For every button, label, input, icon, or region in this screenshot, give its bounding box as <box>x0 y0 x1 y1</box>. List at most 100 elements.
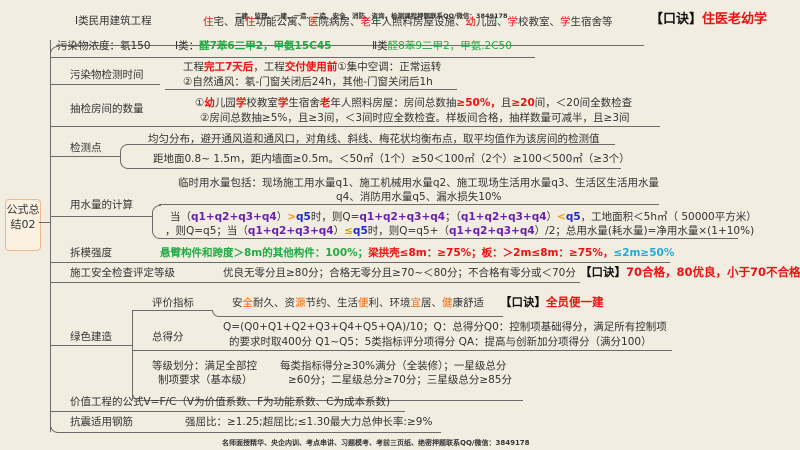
branch-value-engineering[interactable]: 价值工程的公式V=F/C（V为价值系数、F为功能系数、C为成本系数) <box>70 395 390 409</box>
text-run: 幼 <box>204 97 215 109</box>
text-run: ≥20 <box>511 97 535 109</box>
branch-water-usage[interactable]: 用水量的计算 <box>70 198 133 212</box>
branch-underline <box>50 57 535 58</box>
sub-evaluation-index[interactable]: 评价指标 <box>152 296 194 310</box>
text-run: Ⅱ类 <box>372 40 388 52</box>
text-run: q1+q2+q3+q4 <box>359 211 446 223</box>
text-run: ≥50%， <box>456 97 501 109</box>
text-run: 每类指标得分≥30%满分（全装修）；一星级总分 <box>280 360 507 372</box>
text-run: 间，＜20间全数检查 <box>534 97 633 109</box>
building-types: 住宅、居住功能公寓、医院病房、老年人照料房屋设施、幼儿园、学校教室、学生宿舍等 <box>203 15 613 29</box>
text-run: 全员便一建 <box>546 295 604 309</box>
total-score-line1: Q=(Q0+Q1+Q2+Q3+Q4+Q5+QA)/10；Q：总得分Q0：控制项基… <box>223 320 667 334</box>
text-run: 生宿舍等 <box>570 16 613 28</box>
branch-detection-points[interactable]: 检测点 <box>70 141 102 155</box>
mnemonic-2: 【口诀】70合格，80优良，小于70不合格 <box>580 265 800 279</box>
sub-total-score[interactable]: 总得分 <box>152 330 184 344</box>
branch-underline <box>120 156 621 169</box>
water-usage-formula-1: 当（q1+q2+q3+q4）>q5时，则Q=q1+q2+q3+q4；（q1+q2… <box>170 210 757 224</box>
text-run: 年人照料房屋：房间总数抽 <box>330 97 457 109</box>
text-run: q1+q2+q3+q4 <box>247 225 334 237</box>
branch-underline <box>127 144 615 145</box>
text-run: ，工地面积＜5h㎡（ 50000平方米） <box>580 211 757 223</box>
text-run: q1+q2+q3+q4 <box>448 225 535 237</box>
text-run: 住 <box>203 16 214 28</box>
water-usage-line2: q4、消防用水量q5、漏水损失10% <box>336 190 502 204</box>
text-run: 康舒适 <box>452 297 485 309</box>
branch-safety-grade[interactable]: 施工安全检查评定等级 <box>70 266 175 280</box>
branch-underline <box>132 350 672 351</box>
text-run: 宅、居 <box>213 16 246 28</box>
total-score-line2: 的要求时取400分 Q1~Q5：5类指标评分项得分 QA：提高与创新加分项得分（… <box>229 335 652 349</box>
text-run: 【口诀】 <box>580 265 626 279</box>
text-run: ）/2；总用水量(耗水量)=净用水量×(1+10%) <box>534 225 755 237</box>
class-1-limits: Ⅰ类：醛7苯6二甲2，甲氨15C45 <box>175 39 331 53</box>
text-run: 悬臂构件和跨度＞8m的其他构件：100%； <box>160 247 369 259</box>
text-run: q5 <box>296 211 311 223</box>
text-run: 学 <box>507 16 519 28</box>
text-run: 【口诀】 <box>650 12 703 27</box>
text-run: 交付使用前 <box>284 61 338 73</box>
text-run: 【口诀】 <box>500 295 546 309</box>
text-run: 学 <box>235 97 247 109</box>
text-run: 住 <box>245 16 256 28</box>
text-run: q4、消防用水量q5、漏水损失10% <box>336 191 502 203</box>
text-run: 学 <box>277 97 289 109</box>
detection-time-line1: 工程完工7天后，工程交付使用前①集中空调：正常运转 <box>183 60 441 74</box>
text-run: 时，则Q= <box>310 211 360 223</box>
text-run: 校教室 <box>246 97 278 109</box>
text-run: ） <box>276 211 288 223</box>
text-run: 宜 <box>410 297 422 309</box>
text-run: 时，则Q=q5+（ <box>367 225 449 237</box>
text-run: 校教室、 <box>518 16 560 28</box>
root-node[interactable]: 公式总结02 <box>5 199 41 251</box>
text-run: 梁拱壳≤8m：≥75%；板：＞2m≤8m：≥75%， <box>368 247 614 259</box>
text-run: 学 <box>560 16 571 28</box>
text-run: 生宿舍 <box>288 97 320 109</box>
branch-underline <box>50 84 160 85</box>
text-run: 当（ <box>170 211 191 223</box>
text-run: q1+q2+q3+q4 <box>460 211 547 223</box>
text-run: 健 <box>442 297 453 309</box>
branch-building-class-1[interactable]: Ⅰ类民用建筑工程 <box>75 14 152 28</box>
branch-green-construction[interactable]: 绿色建造 <box>70 330 112 344</box>
text-run: ②自然通风：氡-门窗关闭后24h，其他-门窗关闭后1h <box>183 76 433 88</box>
text-run: 醛7苯6二甲2，甲氨15C45 <box>199 40 332 52</box>
text-run: Ⅰ类： <box>175 40 200 52</box>
text-run: 儿园 <box>214 97 236 109</box>
text-run: ① <box>195 97 205 109</box>
text-run: 便 <box>358 297 369 309</box>
branch-underline <box>165 89 457 90</box>
text-run: 年人照料房屋设施、 <box>371 16 466 28</box>
mnemonic-3: 【口诀】全员便一建 <box>500 295 604 309</box>
branch-formwork-removal[interactable]: 拆模强度 <box>70 246 112 260</box>
text-run: ≤2m≥50% <box>613 247 675 259</box>
sampling-line1: ①幼儿园学校教室学生宿舍老年人照料房屋：房间总数抽≥50%，且≥20间，＜20间… <box>195 96 632 110</box>
detection-time-line2: ②自然通风：氡-门窗关闭后24h，其他-门窗关闭后1h <box>183 75 433 89</box>
branch-pollutant-concentration[interactable]: 污染物浓度：氡150 <box>57 39 151 53</box>
text-run: 医 <box>308 16 319 28</box>
branch-underline <box>50 262 670 263</box>
text-run: > <box>287 211 296 223</box>
text-run: 老 <box>319 97 331 109</box>
text-run: ） <box>333 225 345 237</box>
branch-underline <box>159 204 659 205</box>
text-run: q5 <box>565 211 581 223</box>
text-run: < <box>557 211 566 223</box>
text-run: 耐久、资 <box>253 297 295 309</box>
evaluation-index-content: 安全耐久、资源节约、生活便利、环境宜居、健康舒适 <box>232 296 484 310</box>
sampling-line2: ②房间总数抽≥5%，且≥3间，＜3间时应全数检查。样板间合格，抽样数量可减半，且… <box>200 111 630 125</box>
text-run: 幼 <box>465 16 477 28</box>
formwork-strength: 悬臂构件和跨度＞8m的其他构件：100%；梁拱壳≤8m：≥75%；板：＞2m≤8… <box>160 246 674 260</box>
branch-sampling-rooms[interactable]: 抽检房间的数量 <box>70 102 144 116</box>
water-usage-formula-2: ，则Q=q5；当（q1+q2+q3+q4）≤q5时，则Q=q5+（q1+q2+q… <box>165 224 754 238</box>
footer-watermark: 名师面授精华、央企内训、考点串讲、习题模考、考前三页纸、绝密押题联系QQ/微信：… <box>222 439 530 447</box>
branch-underline <box>50 282 580 283</box>
branch-underline <box>212 310 503 317</box>
branch-underline <box>50 411 405 412</box>
sub-grade-line1[interactable]: 等级划分：满足全部控 <box>152 359 257 373</box>
branch-detection-time[interactable]: 污染物检测时间 <box>70 68 144 82</box>
text-run: q1+q2+q3+q4 <box>191 211 277 223</box>
text-run: ①集中空调：正常运转 <box>337 61 442 73</box>
text-run: 临时用水量包括：现场施工用水量q1、施工机械用水量q2、施工现场生活用水量q3、… <box>178 177 660 189</box>
